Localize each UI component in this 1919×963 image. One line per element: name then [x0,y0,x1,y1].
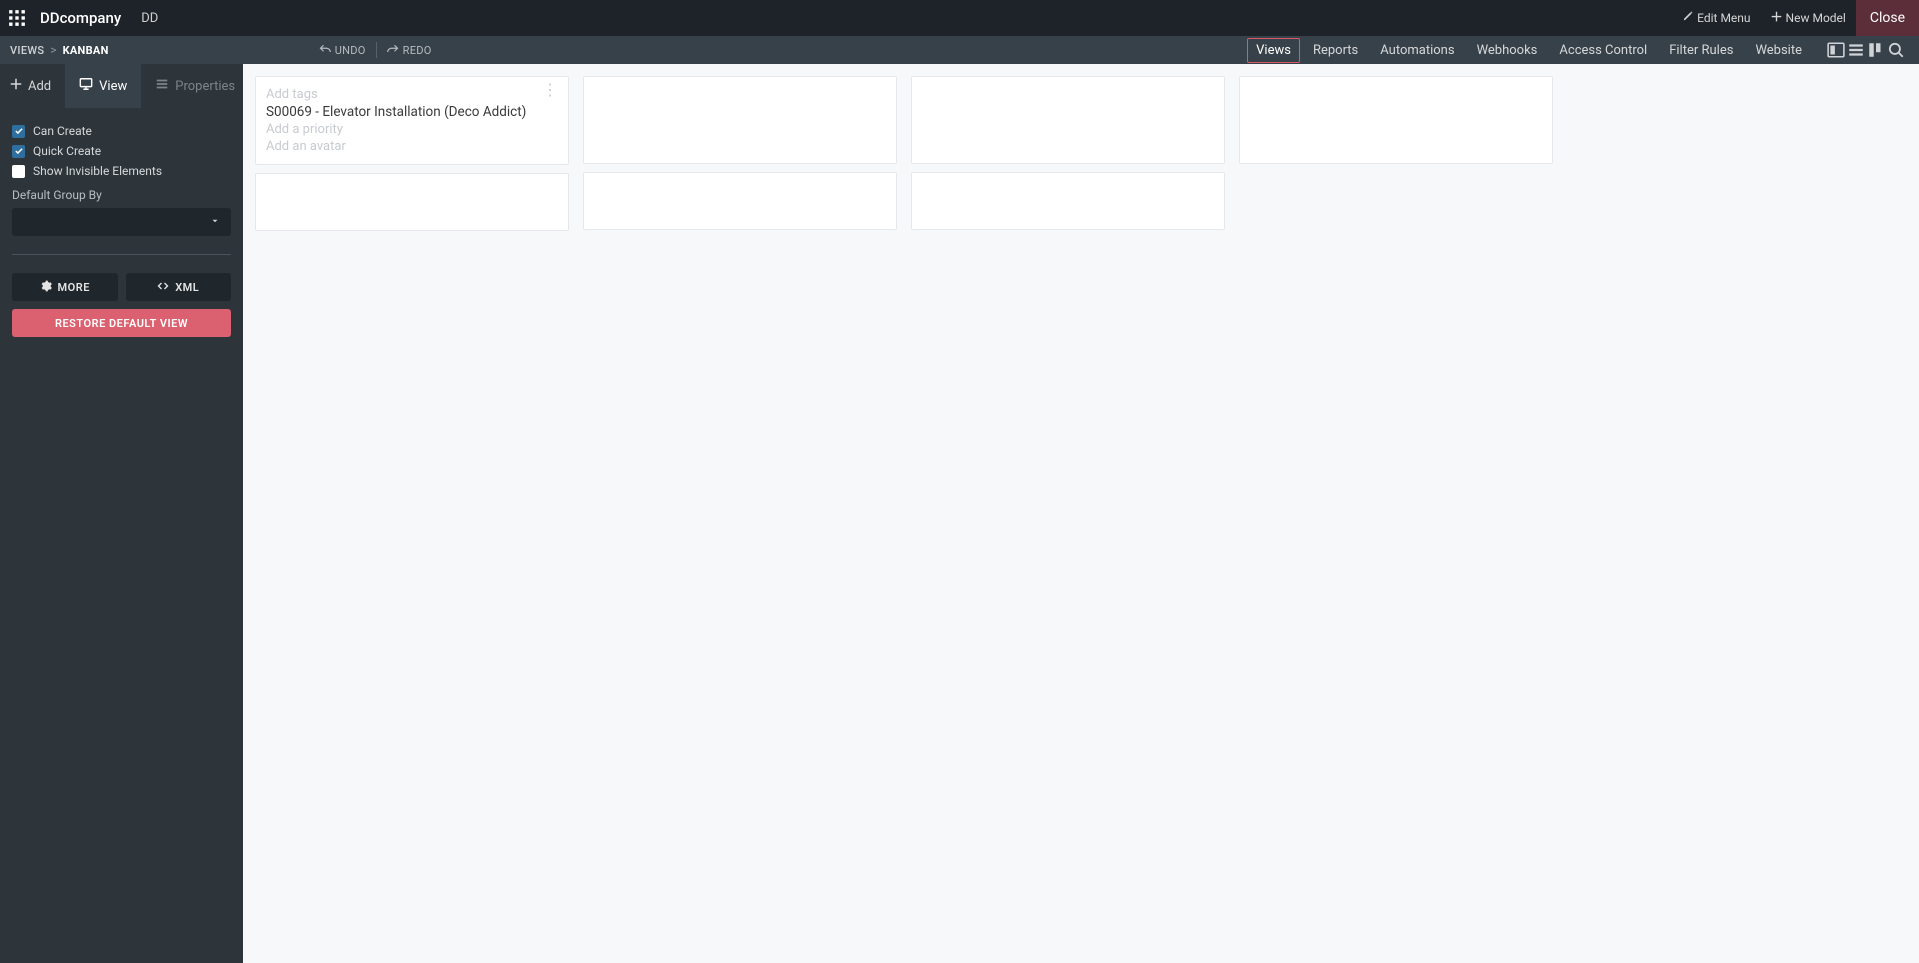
can-create-label: Can Create [33,124,92,138]
kanban-view-icon[interactable] [1867,41,1885,59]
sidebar-tab-properties-label: Properties [175,79,235,94]
add-avatar-placeholder[interactable]: Add an avatar [266,139,558,154]
subbar-right: Views Reports Automations Webhooks Acces… [1245,36,1909,64]
gear-icon [40,280,52,295]
show-invisible-checkbox[interactable] [12,165,25,178]
monitor-icon [79,77,93,95]
restore-default-view-button[interactable]: RESTORE DEFAULT VIEW [12,309,231,337]
caret-down-icon [210,215,220,230]
undo-label: UNDO [335,44,366,57]
sidebar-body: Can Create Quick Create Show Invisible E… [0,108,243,347]
kanban-column [1239,76,1553,231]
tabnav: Views Reports Automations Webhooks Acces… [1245,36,1813,64]
apps-icon[interactable] [8,9,26,27]
kanban-card-empty[interactable] [255,173,569,231]
quick-create-row: Quick Create [12,144,231,158]
kanban-column: ⋮ Add tags S00069 - Elevator Installatio… [255,76,569,231]
add-tags-placeholder[interactable]: Add tags [266,87,558,102]
company-name[interactable]: DDcompany [40,9,121,27]
kanban-card[interactable]: ⋮ Add tags S00069 - Elevator Installatio… [255,76,569,165]
tab-filter-rules[interactable]: Filter Rules [1660,38,1742,63]
pencil-icon [1682,11,1693,25]
undo-redo: UNDO REDO [309,42,442,58]
canvas: ⋮ Add tags S00069 - Elevator Installatio… [243,64,1919,963]
default-group-by-select[interactable] [12,208,231,236]
tab-access-control[interactable]: Access Control [1550,38,1656,63]
show-invisible-label: Show Invisible Elements [33,164,162,178]
edit-menu-label: Edit Menu [1697,11,1750,25]
crumb-current: KANBAN [63,44,109,57]
more-button[interactable]: MORE [12,273,118,301]
undo-button[interactable]: UNDO [309,43,376,58]
sliders-icon [155,77,169,95]
kanban-columns: ⋮ Add tags S00069 - Elevator Installatio… [255,76,1907,231]
sidebar-tab-add-label: Add [28,79,51,94]
xml-button[interactable]: XML [126,273,232,301]
tab-views[interactable]: Views [1247,38,1300,63]
kanban-card-empty[interactable] [583,76,897,164]
add-priority-placeholder[interactable]: Add a priority [266,122,558,137]
subbar: VIEWS > KANBAN UNDO REDO Views Reports A… [0,36,1919,64]
sidebar-tabs: Add View Properties [0,64,243,108]
sidebar-tab-view-label: View [99,79,127,94]
tab-automations[interactable]: Automations [1371,38,1463,63]
quick-create-label: Quick Create [33,144,101,158]
breadcrumb-sep: > [50,43,56,57]
body: Add View Properties Can Create Quick Cre… [0,64,1919,963]
breadcrumb: VIEWS > KANBAN [10,43,109,57]
show-invisible-row: Show Invisible Elements [12,164,231,178]
redo-icon [387,43,399,58]
new-model-label: New Model [1786,11,1846,25]
undo-icon [319,43,331,58]
sidebar-btn-row: MORE XML [12,273,231,301]
crumb-root[interactable]: VIEWS [10,44,44,57]
plus-icon [10,78,22,94]
tab-website[interactable]: Website [1746,38,1811,63]
tab-webhooks[interactable]: Webhooks [1468,38,1547,63]
list-view-icon[interactable] [1847,41,1865,59]
can-create-checkbox[interactable] [12,125,25,138]
quick-create-checkbox[interactable] [12,145,25,158]
card-menu-icon[interactable]: ⋮ [542,85,558,95]
can-create-row: Can Create [12,124,231,138]
code-icon [157,280,169,295]
kanban-card-empty[interactable] [911,76,1225,164]
kanban-card-empty[interactable] [1239,76,1553,164]
card-title: S00069 - Elevator Installation (Deco Add… [266,104,558,120]
topbar-left: DDcompany DD [0,9,158,27]
default-group-by-label: Default Group By [12,188,231,202]
kanban-card-empty[interactable] [583,172,897,230]
view-switch [1823,41,1909,59]
kanban-column [583,76,897,231]
sidebar-tab-properties: Properties [141,64,249,108]
sidebar-divider [12,254,231,255]
topbar: DDcompany DD Edit Menu New Model Close [0,0,1919,36]
kanban-card-empty[interactable] [911,172,1225,230]
form-view-icon[interactable] [1827,41,1845,59]
sidebar-tab-add[interactable]: Add [0,64,65,108]
db-name: DD [141,11,158,26]
search-view-icon[interactable] [1887,41,1905,59]
kanban-column [911,76,1225,231]
tab-reports[interactable]: Reports [1304,38,1367,63]
xml-label: XML [175,281,199,294]
redo-button[interactable]: REDO [377,43,442,58]
edit-menu-button[interactable]: Edit Menu [1672,0,1760,36]
topbar-right: Edit Menu New Model Close [1672,0,1919,36]
sidebar: Add View Properties Can Create Quick Cre… [0,64,243,963]
more-label: MORE [58,281,90,294]
redo-label: REDO [403,44,432,57]
close-button[interactable]: Close [1856,0,1919,36]
sidebar-tab-view[interactable]: View [65,64,141,108]
new-model-button[interactable]: New Model [1761,0,1856,36]
plus-icon [1771,11,1782,25]
